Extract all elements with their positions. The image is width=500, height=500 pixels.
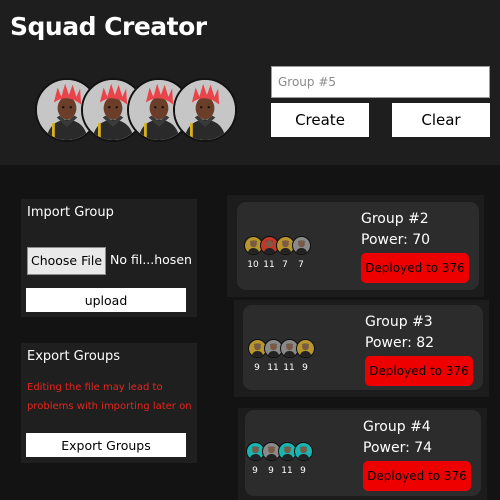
group-power: Power: 82: [365, 335, 435, 351]
group-name: Group #3: [365, 314, 433, 330]
chosen-file-label: No fil...hosen: [110, 252, 192, 267]
member-level: 11: [263, 260, 275, 270]
squad-slot-4[interactable]: [173, 78, 237, 142]
member-level: 7: [282, 260, 288, 270]
clear-button[interactable]: Clear: [392, 103, 490, 137]
member-level: 7: [298, 260, 304, 270]
header-panel: Squad Creator Group #5 Create Clear: [0, 0, 500, 165]
export-groups-button[interactable]: Export Groups: [26, 433, 186, 457]
character-avatar-icon: [175, 80, 235, 140]
member-level: 11: [283, 363, 295, 373]
member-avatar: [294, 442, 313, 461]
export-groups-title: Export Groups: [27, 349, 121, 364]
character-portrait-icon: [295, 239, 308, 254]
import-group-title: Import Group: [27, 205, 114, 220]
group-name: Group #4: [363, 419, 431, 435]
deployed-button[interactable]: Deployed to 376: [365, 356, 473, 386]
group-power: Power: 70: [361, 232, 431, 248]
member-level: 9: [268, 466, 274, 476]
member-level: 9: [300, 466, 306, 476]
export-warning-text: Editing the file may lead to problems wi…: [27, 382, 192, 412]
character-portrait-icon: [297, 445, 310, 460]
deployed-button[interactable]: Deployed to 376: [361, 253, 469, 283]
member-level: 11: [267, 363, 279, 373]
group-name-input[interactable]: [271, 66, 490, 98]
upload-button[interactable]: upload: [26, 288, 186, 312]
member-level: 9: [252, 466, 258, 476]
choose-file-button[interactable]: Choose File: [27, 247, 106, 275]
deployed-button[interactable]: Deployed to 376: [363, 461, 471, 491]
member-avatar: [296, 339, 315, 358]
member-level: 9: [254, 363, 260, 373]
member-level: 10: [247, 260, 259, 270]
create-button[interactable]: Create: [271, 103, 369, 137]
group-power: Power: 74: [363, 440, 433, 456]
member-avatar: [292, 236, 311, 255]
page-title: Squad Creator: [10, 12, 207, 41]
character-portrait-icon: [299, 342, 312, 357]
group-name: Group #2: [361, 211, 429, 227]
member-level: 9: [302, 363, 308, 373]
member-level: 11: [281, 466, 293, 476]
